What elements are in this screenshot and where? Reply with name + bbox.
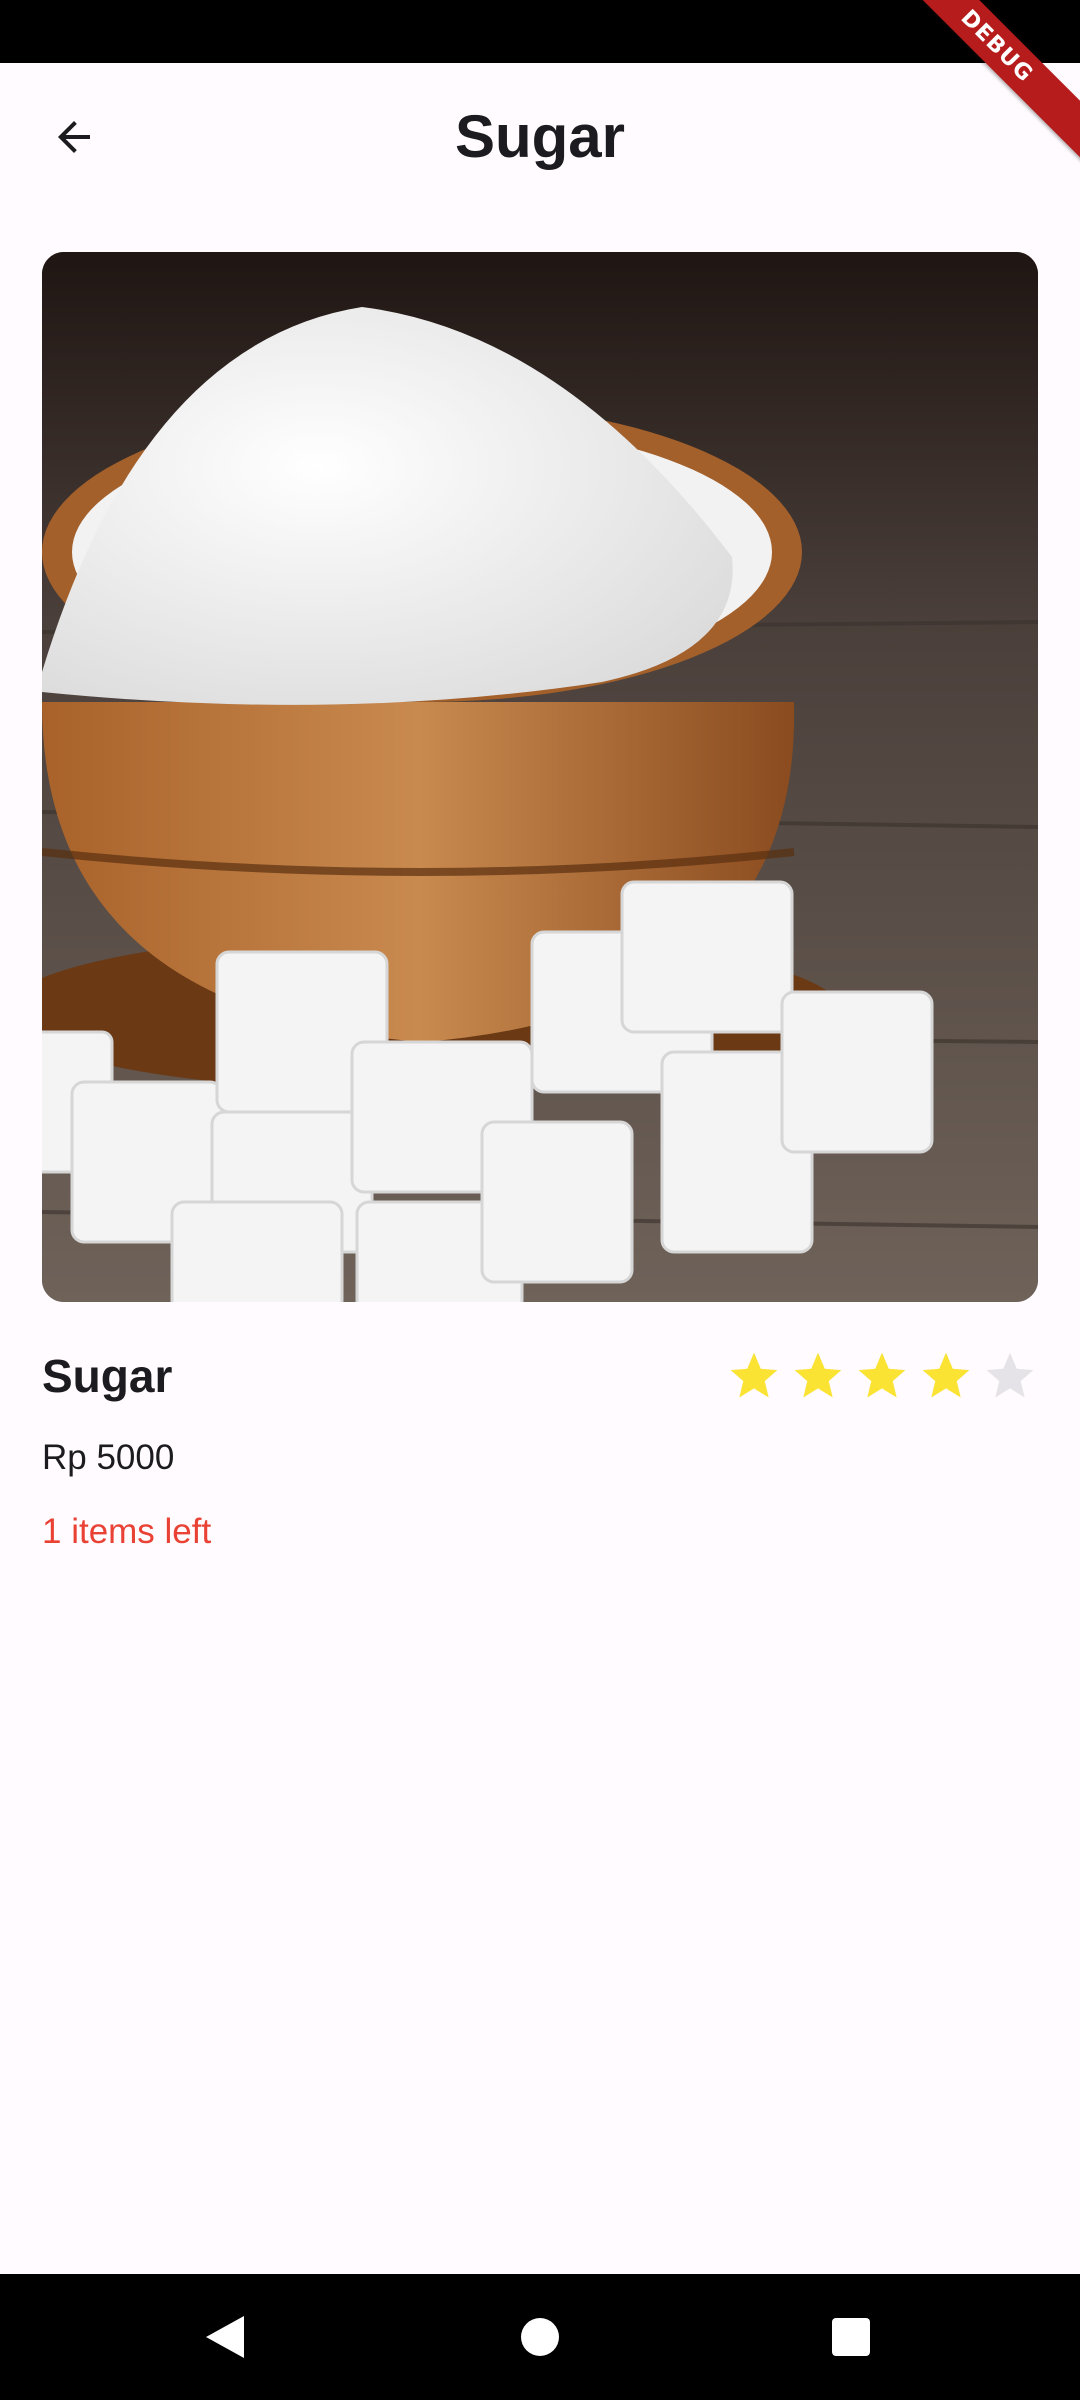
nav-recents-button[interactable] <box>826 2312 876 2362</box>
product-price: Rp 5000 <box>42 1438 175 1477</box>
nav-home-button[interactable] <box>515 2312 565 2362</box>
system-nav-bar <box>0 2274 1080 2400</box>
star-icon-filled <box>922 1352 970 1398</box>
star-icon-filled <box>730 1352 778 1398</box>
triangle-back-icon <box>206 2316 244 2358</box>
app-bar: Sugar <box>0 63 1080 210</box>
nav-back-button[interactable] <box>200 2312 250 2362</box>
rating-stars <box>726 1348 1038 1404</box>
stock-count: 1 items left <box>42 1512 212 1551</box>
page-title: Sugar <box>454 103 626 170</box>
square-recents-icon <box>832 2318 870 2356</box>
product-name: Sugar <box>42 1350 173 1402</box>
circle-home-icon <box>521 2318 559 2356</box>
star-icon-empty <box>986 1352 1034 1398</box>
sugar-photo <box>42 252 1038 1302</box>
status-bar <box>0 0 1080 63</box>
star-icon-filled <box>794 1352 842 1398</box>
star-icon-filled <box>858 1352 906 1398</box>
product-image <box>42 252 1038 1302</box>
